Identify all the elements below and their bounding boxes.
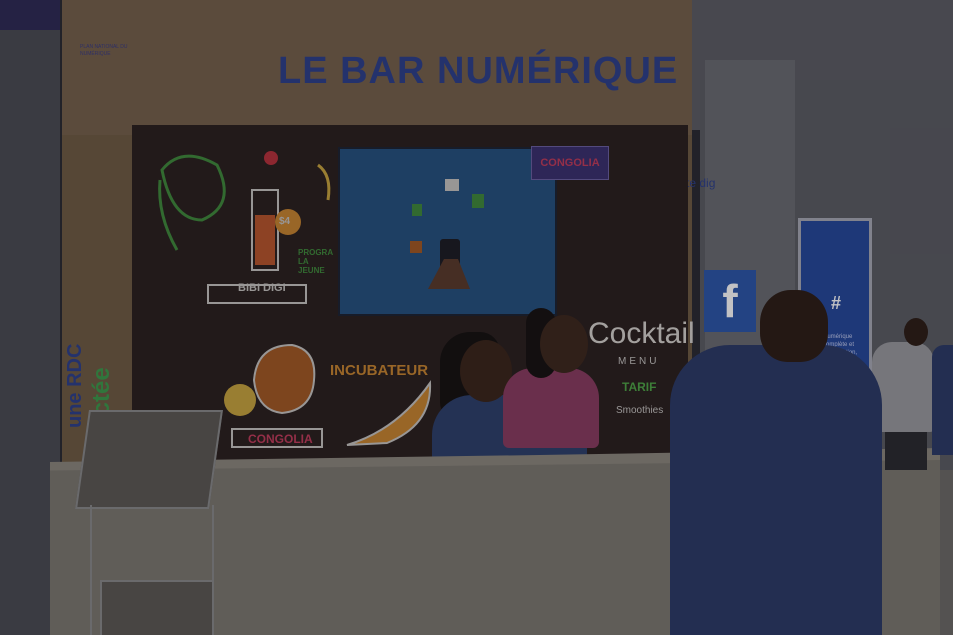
menu-label: MENU [618, 356, 660, 367]
person-4-legs [885, 430, 927, 470]
hashtag-icon: # [831, 293, 842, 313]
booth-title: LE BAR NUMÉRIQUE [278, 50, 679, 92]
smoothies-label: Smoothies [616, 405, 664, 416]
cocktail-menu-title: Cocktail [588, 317, 695, 350]
brochure-shelf-lower [100, 580, 214, 635]
tarif-label: TARIF [622, 380, 657, 394]
person-4-head [904, 318, 928, 346]
scene: PLAN NATIONAL DU NUMÉRIQUE LE BAR NUMÉRI… [0, 0, 953, 635]
price-label: $4 [279, 216, 291, 227]
screen-graphics [410, 179, 484, 289]
person-3-visitor [670, 345, 882, 635]
incubateur-label: INCUBATEUR [330, 362, 429, 379]
brochure-rack [70, 410, 223, 635]
tv-screen [338, 147, 557, 316]
bibi-digi-label: BIBI DIGI [238, 282, 286, 294]
congolia-chalk-label: CONGOLIA [248, 432, 313, 446]
booth-logo: PLAN NATIONAL DU NUMÉRIQUE [80, 44, 128, 57]
person-2-head [540, 315, 588, 373]
person-2-attendant [503, 368, 599, 448]
person-5-visitor [932, 345, 953, 455]
congolia-badge: CONGOLIA [531, 146, 609, 180]
programme-label: PROGRA LA JEUNE [298, 248, 333, 275]
brochure-shelf [75, 410, 223, 509]
left-purple-strip [0, 0, 60, 30]
facebook-icon-large: f [704, 270, 756, 332]
person-3-head [760, 290, 828, 362]
